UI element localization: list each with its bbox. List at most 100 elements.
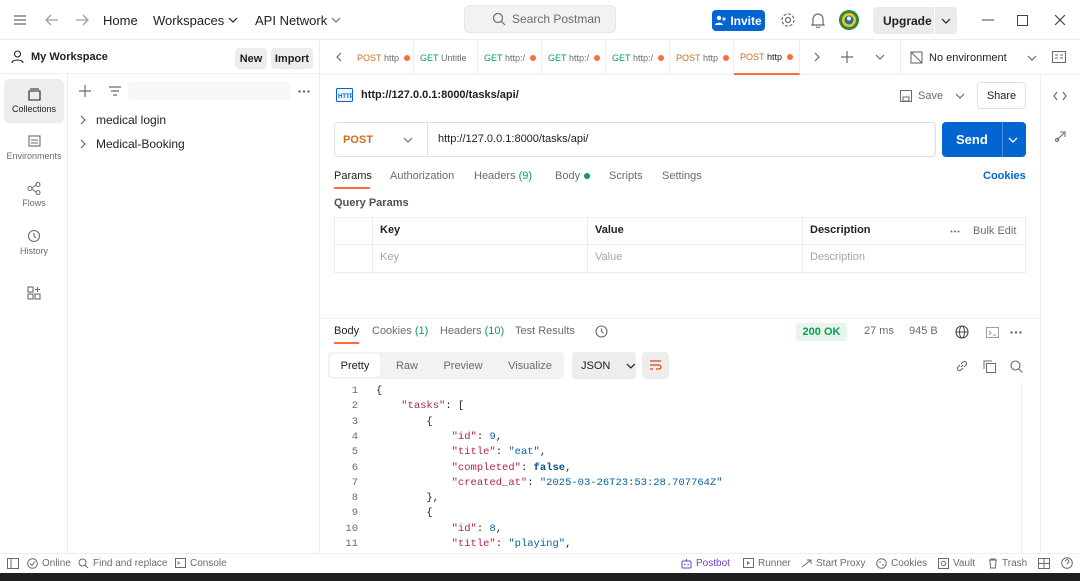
tab-settings[interactable]: Settings: [662, 170, 702, 182]
search-icon[interactable]: [1008, 358, 1024, 374]
configure-workspace-icon[interactable]: [24, 283, 44, 303]
response-tab-test-results[interactable]: Test Results: [515, 325, 575, 337]
tabs-scroll-left-icon[interactable]: [330, 48, 348, 66]
response-tab-cookies[interactable]: Cookies (1): [372, 325, 428, 337]
response-tab-headers[interactable]: Headers (10): [440, 325, 504, 337]
request-tab-active[interactable]: POST http: [734, 40, 800, 75]
tab-scripts[interactable]: Scripts: [609, 170, 643, 182]
sidebar-item-history[interactable]: History: [4, 220, 64, 264]
sidebar-item-flows[interactable]: Flows: [4, 173, 64, 217]
request-tab[interactable]: GET Untitle: [414, 40, 478, 75]
url-input[interactable]: http://127.0.0.1:8000/tasks/api/: [438, 133, 588, 145]
tab-body[interactable]: Body: [555, 170, 591, 182]
tab-authorization[interactable]: Authorization: [390, 170, 454, 182]
collection-item[interactable]: Medical-Booking: [80, 134, 185, 154]
history-icon[interactable]: [593, 323, 609, 339]
environment-selector[interactable]: No environment: [900, 40, 1040, 75]
wrap-lines-button[interactable]: [642, 352, 669, 379]
api-network-dropdown[interactable]: API Network: [255, 0, 341, 40]
more-options-icon[interactable]: [1008, 324, 1024, 340]
request-tab[interactable]: GET http:/: [542, 40, 606, 75]
sidebar-item-collections[interactable]: Collections: [4, 79, 64, 123]
upgrade-button[interactable]: Upgrade: [873, 7, 957, 34]
tabs-dropdown-icon[interactable]: [871, 48, 889, 66]
save-button[interactable]: Save: [900, 87, 943, 105]
help-icon[interactable]: [1060, 556, 1074, 570]
avatar[interactable]: [838, 9, 860, 31]
code-icon[interactable]: [1050, 86, 1070, 106]
send-button[interactable]: Send: [942, 122, 1026, 157]
notification-bell-icon[interactable]: [808, 10, 828, 30]
toggle-sidebar-icon[interactable]: [6, 556, 20, 570]
settings-gear-icon[interactable]: [778, 10, 798, 30]
import-button[interactable]: Import: [271, 48, 313, 69]
more-options-icon[interactable]: [948, 224, 962, 238]
request-title[interactable]: http://127.0.0.1:8000/tasks/api/: [361, 89, 519, 101]
format-tab-pretty[interactable]: Pretty: [330, 354, 380, 377]
more-options-icon[interactable]: [295, 82, 313, 100]
new-button[interactable]: New: [235, 48, 267, 69]
sidebar-item-environments[interactable]: Environments: [4, 126, 64, 170]
tab-headers[interactable]: Headers (9): [474, 170, 532, 182]
save-options-chevron-icon[interactable]: [952, 87, 968, 105]
line-number: 4: [351, 430, 358, 443]
network-globe-icon[interactable]: [954, 324, 970, 340]
response-size[interactable]: 945 B: [909, 325, 938, 337]
request-tab[interactable]: GET http:/: [606, 40, 670, 75]
format-tab-preview[interactable]: Preview: [436, 352, 490, 379]
description-input[interactable]: Description: [810, 251, 865, 263]
trash-button[interactable]: Trash: [988, 553, 1027, 573]
workspaces-dropdown[interactable]: Workspaces: [153, 0, 238, 40]
vault-button[interactable]: Vault: [938, 553, 975, 573]
bulk-edit-link[interactable]: Bulk Edit: [973, 225, 1016, 237]
share-button[interactable]: Share: [977, 82, 1026, 109]
save-label: Save: [918, 90, 944, 102]
key-input[interactable]: Key: [380, 251, 399, 263]
layout-icon[interactable]: [1037, 556, 1051, 570]
add-collection-icon[interactable]: [76, 82, 94, 100]
status-badge[interactable]: 200 OK: [796, 323, 847, 341]
workspace-name[interactable]: My Workspace: [31, 51, 108, 63]
value-input[interactable]: Value: [595, 251, 622, 263]
back-arrow-icon[interactable]: [42, 10, 62, 30]
link-icon[interactable]: [954, 358, 970, 374]
cookies-button[interactable]: Cookies: [876, 553, 927, 573]
runner-button[interactable]: Runner: [743, 553, 791, 573]
cookies-link[interactable]: Cookies: [983, 170, 1026, 182]
console-button[interactable]: Console: [175, 553, 227, 573]
response-tab-body[interactable]: Body: [334, 325, 359, 337]
collection-item[interactable]: medical login: [80, 110, 166, 130]
menu-icon[interactable]: [10, 10, 30, 30]
collection-search-input[interactable]: [128, 82, 290, 100]
request-tab[interactable]: POST http: [351, 40, 414, 75]
related-collections-icon[interactable]: [1050, 126, 1070, 146]
format-tab-visualize[interactable]: Visualize: [500, 352, 560, 379]
response-time[interactable]: 27 ms: [864, 325, 894, 337]
search-input[interactable]: Search Postman: [464, 5, 616, 33]
invite-button[interactable]: Invite: [712, 10, 765, 31]
postbot-label: Postbot: [696, 557, 730, 569]
start-proxy-button[interactable]: Start Proxy: [801, 553, 865, 573]
tabs-scroll-right-icon[interactable]: [808, 48, 826, 66]
home-link[interactable]: Home: [103, 0, 138, 40]
minimize-icon[interactable]: [978, 10, 998, 30]
language-select[interactable]: JSON: [572, 352, 636, 379]
close-icon[interactable]: [1050, 10, 1070, 30]
filter-icon[interactable]: [106, 82, 124, 100]
find-replace-button[interactable]: Find and replace: [78, 553, 168, 573]
request-tab[interactable]: GET http:/: [478, 40, 542, 75]
postbot-button[interactable]: Postbot: [681, 553, 730, 573]
method-select[interactable]: POST: [334, 122, 428, 157]
request-tab[interactable]: POST http: [670, 40, 734, 75]
environment-quick-look-icon[interactable]: [1050, 48, 1068, 66]
tab-params[interactable]: Params: [334, 170, 372, 182]
format-tab-raw[interactable]: Raw: [385, 352, 429, 379]
online-status[interactable]: Online: [27, 553, 71, 573]
maximize-icon[interactable]: [1012, 10, 1032, 30]
new-tab-icon[interactable]: [838, 48, 856, 66]
forward-arrow-icon[interactable]: [72, 10, 92, 30]
response-body-code[interactable]: 1 {2 "tasks": [3 {4 "id": 9, 5 "title": "e…: [328, 382, 1022, 552]
chevron-right-icon: [80, 115, 86, 125]
save-response-icon[interactable]: [984, 324, 1000, 340]
copy-icon[interactable]: [981, 358, 997, 374]
